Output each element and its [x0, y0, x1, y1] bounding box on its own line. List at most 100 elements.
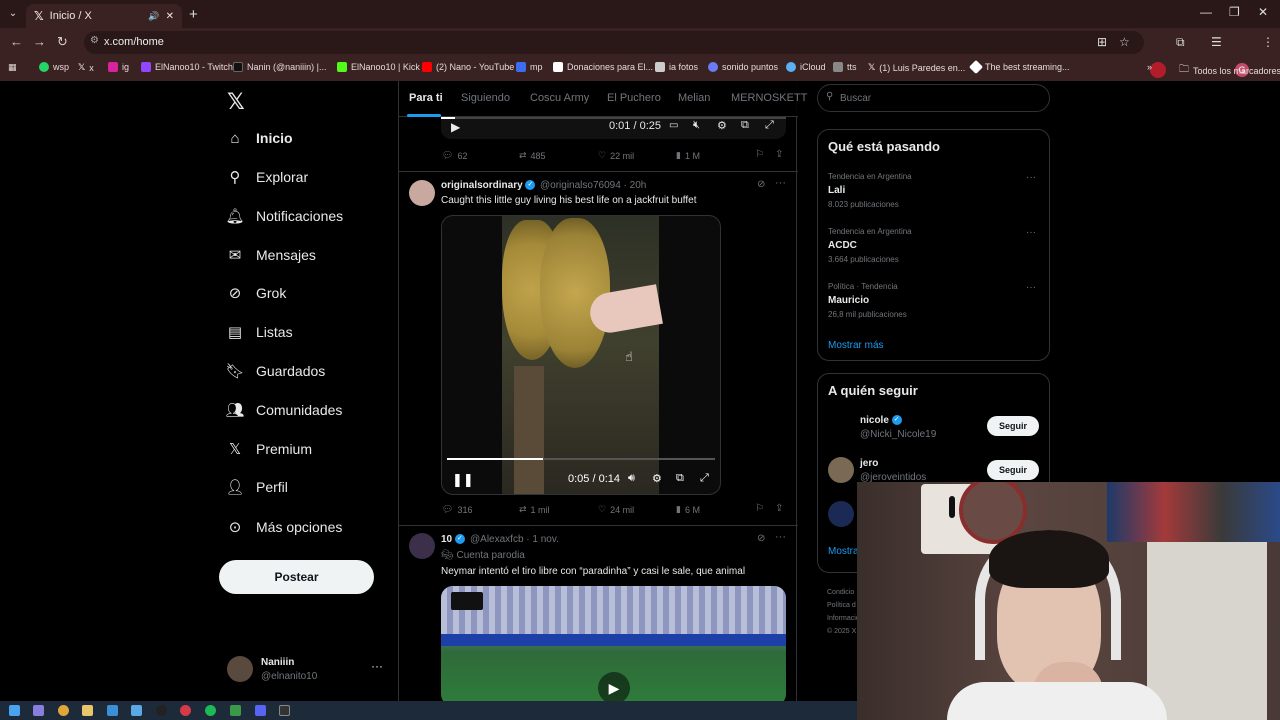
bookmark-item[interactable]: ElNanoo10 - Twitch [141, 62, 233, 72]
bookmark-item[interactable]: Donaciones para El... [553, 62, 653, 72]
grok-icon[interactable]: ⊘ [757, 179, 765, 190]
obs-icon[interactable] [156, 705, 167, 716]
trend-name[interactable]: ACDC [828, 240, 857, 251]
discord-icon[interactable] [255, 705, 266, 716]
account-switcher[interactable]: Naniiin @elnanito10 ··· [227, 655, 387, 685]
bookmark-item[interactable]: sonido puntos [708, 62, 778, 72]
more-icon[interactable]: ··· [1026, 282, 1036, 293]
play-icon[interactable]: ▶ [451, 120, 460, 134]
footer-link[interactable]: Política d [827, 599, 860, 612]
view-count[interactable]: ▮ 6 M [676, 504, 700, 515]
retweet-count[interactable]: ⇄ 485 [519, 150, 546, 161]
nav-item-notificaciones[interactable]: 🔔︎ Notificaciones [225, 205, 343, 227]
tab-search-icon[interactable]: ⌄ [6, 7, 20, 21]
more-icon[interactable]: ··· [775, 177, 786, 189]
like-count[interactable]: ♡ 22 mil [598, 150, 634, 161]
x-logo-icon[interactable]: 𝕏 [227, 89, 245, 115]
tweet-video[interactable]: ❚❚ 0:05 / 0:14 🔊︎ ⚙ ⧉ ⤢ [441, 215, 721, 495]
bookmark-item[interactable]: ig [108, 62, 129, 72]
grok-icon[interactable]: ⊘ [757, 533, 765, 544]
site-info-icon[interactable]: ⚙ [90, 35, 99, 46]
pip-icon[interactable]: ⧉ [741, 119, 749, 132]
nav-item-explorar[interactable]: ⚲ Explorar [227, 166, 309, 188]
footer-link[interactable]: Condicio [827, 586, 860, 599]
follow-button[interactable]: Seguir [987, 416, 1039, 436]
reload-icon[interactable]: ↻ [57, 34, 68, 50]
spotify-icon[interactable] [205, 705, 216, 716]
more-icon[interactable]: ··· [1026, 172, 1036, 183]
share-button[interactable]: ⇪ [775, 149, 783, 160]
trend-name[interactable]: Lali [828, 185, 845, 196]
pause-icon[interactable]: ❚❚ [452, 472, 474, 488]
avatar[interactable] [828, 457, 854, 483]
app-icon[interactable] [131, 705, 142, 716]
app-icon[interactable] [279, 705, 290, 716]
menu-icon[interactable]: ⋮ [1262, 35, 1274, 49]
search-input[interactable]: ⚲ Buscar [817, 84, 1050, 112]
minimize-icon[interactable]: — [1200, 5, 1212, 19]
extensions-icon[interactable]: ⧉ [1176, 35, 1185, 50]
close-window-icon[interactable]: ✕ [1258, 5, 1268, 19]
app-icon[interactable] [107, 705, 118, 716]
bookmark-item[interactable]: The best streaming... [968, 59, 1070, 75]
bookmark-item[interactable]: mp [516, 62, 543, 72]
new-tab-button[interactable]: + [189, 6, 198, 23]
bookmark-item[interactable]: ElNanoo10 | Kick [337, 62, 420, 72]
reply-count[interactable]: 💬︎ 62 [442, 150, 467, 161]
nav-item-mensajes[interactable]: ✉ Mensajes [227, 244, 316, 266]
avatar[interactable] [828, 501, 854, 527]
nav-item-mas-opciones[interactable]: ⊙ Más opciones [227, 516, 343, 538]
tab-para-ti[interactable]: Para ti [409, 92, 443, 104]
post-button[interactable]: Postear [219, 560, 374, 594]
app-icon[interactable] [180, 705, 191, 716]
follow-button[interactable]: Seguir [987, 460, 1039, 480]
tab-close-icon[interactable]: ✕ [166, 11, 174, 22]
more-icon[interactable]: ··· [775, 531, 786, 543]
nav-item-perfil[interactable]: 👤︎ Perfil [225, 476, 287, 498]
tweet-author-name[interactable]: originalsordinary ✓ [441, 180, 536, 191]
bookmark-button[interactable]: ⚐ [755, 149, 764, 160]
settings-icon[interactable]: ⚙ [717, 119, 727, 132]
bookmark-button[interactable]: ⚐ [755, 503, 764, 514]
tweet-author-handle[interactable]: @Alexaxfcb · 1 nov. [470, 534, 559, 545]
follow-name[interactable]: jero [860, 458, 878, 469]
show-more-link[interactable]: Mostrar más [828, 340, 884, 351]
browser-tab[interactable]: 𝕏 Inicio / X 🔊 ✕ [26, 4, 182, 28]
mute-icon[interactable]: 🔇︎ [693, 119, 700, 132]
nav-item-guardados[interactable]: 🔖︎ Guardados [225, 360, 325, 382]
tweet-author-handle[interactable]: @originalso76094 · 20h [540, 180, 646, 191]
tab-mernoskett[interactable]: MERNOSKETT [731, 92, 807, 104]
bookmark-item[interactable]: iCloud [786, 62, 826, 72]
address-bar[interactable]: ⚙ x.com/home [84, 31, 1144, 54]
play-icon[interactable]: ▶ [598, 672, 630, 701]
pip-icon[interactable]: ⧉ [676, 472, 684, 485]
nav-item-grok[interactable]: ⊘ Grok [227, 282, 287, 304]
app-icon[interactable] [33, 705, 44, 716]
tab-coscu-army[interactable]: Coscu Army [530, 92, 589, 104]
like-count[interactable]: ♡ 24 mil [598, 504, 634, 515]
show-more-link[interactable]: Mostra [828, 546, 859, 557]
retweet-count[interactable]: ⇄ 1 mil [519, 504, 550, 515]
share-button[interactable]: ⇪ [775, 503, 783, 514]
tweet-video[interactable]: ▶ [441, 586, 786, 701]
speaker-icon[interactable]: 🔊 [148, 11, 159, 22]
more-icon[interactable]: ··· [1026, 227, 1036, 238]
avatar[interactable] [409, 533, 435, 559]
bookmark-item[interactable]: Nanin (@naniiin) |... [233, 62, 327, 72]
bookmark-item[interactable]: 𝕏x [78, 62, 94, 73]
reply-count[interactable]: 💬︎ 316 [442, 504, 472, 515]
nav-item-premium[interactable]: 𝕏 Premium [227, 438, 312, 460]
nav-item-listas[interactable]: ▤ Listas [227, 321, 293, 343]
bookmark-item[interactable]: 𝕏 (1) Luis Paredes en... [868, 62, 965, 73]
view-count[interactable]: ▮ 1 M [676, 150, 700, 161]
settings-icon[interactable]: ⚙ [652, 472, 662, 485]
chrome-icon[interactable] [58, 705, 69, 716]
app-icon[interactable] [230, 705, 241, 716]
volume-icon[interactable]: 🔊︎ [628, 472, 635, 485]
follow-name[interactable]: nicole ✓ [860, 415, 902, 426]
captions-icon[interactable]: ▭ [669, 120, 678, 131]
apps-icon[interactable]: ▦ [8, 62, 17, 73]
more-icon[interactable]: ··· [371, 659, 383, 673]
nav-item-inicio[interactable]: ⌂ Inicio [227, 127, 292, 149]
folder-icon[interactable] [82, 705, 93, 716]
